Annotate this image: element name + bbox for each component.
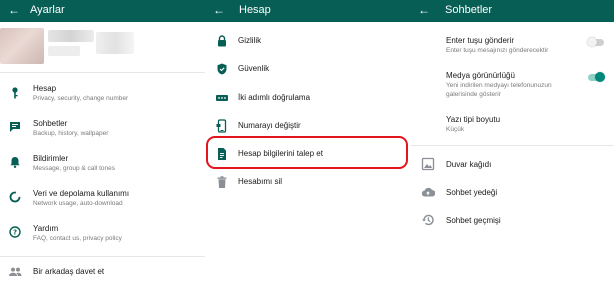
settings-item-subtitle: Message, group & call tones bbox=[33, 165, 116, 172]
chats-item-label: Sohbet geçmişi bbox=[446, 216, 501, 225]
setting-value: Küçük bbox=[446, 126, 465, 133]
chat-icon bbox=[8, 120, 22, 134]
enter-send-toggle[interactable] bbox=[587, 37, 604, 47]
page-title: Sohbetler bbox=[445, 4, 493, 16]
shield-icon bbox=[215, 62, 229, 76]
invite-friend-label: Bir arkadaş davet et bbox=[33, 267, 105, 276]
back-arrow-icon[interactable]: ← bbox=[418, 3, 430, 17]
help-icon: ? bbox=[8, 225, 22, 239]
settings-item-subtitle: Network usage, auto-download bbox=[33, 200, 123, 207]
chats-panel: ← Sohbetler Enter tuşu gönderir Enter tu… bbox=[410, 0, 614, 308]
page-title: Hesap bbox=[239, 4, 271, 16]
settings-item-subtitle: FAQ, contact us, privacy policy bbox=[33, 235, 122, 242]
settings-item-label: Veri ve depolama kullanımı bbox=[33, 189, 130, 198]
settings-item-label: Sohbetler bbox=[33, 119, 68, 128]
back-arrow-icon[interactable]: ← bbox=[213, 3, 225, 17]
settings-item-label: Bildirimler bbox=[33, 154, 69, 163]
svg-text:?: ? bbox=[13, 229, 17, 237]
settings-item-label: Yardım bbox=[33, 224, 59, 233]
setting-subtitle: Enter tuşu mesajınızı gönderecektir bbox=[446, 47, 549, 54]
phone-swap-icon bbox=[215, 119, 229, 133]
setting-subtitle: galerisinde gösterir bbox=[446, 91, 501, 98]
divider bbox=[410, 145, 614, 146]
setting-label: Medya görünürlüğü bbox=[446, 71, 515, 80]
settings-item-label: Hesap bbox=[33, 84, 57, 93]
account-item-label: Güvenlik bbox=[238, 64, 270, 73]
dots-icon bbox=[215, 91, 229, 105]
wallpaper-icon bbox=[421, 157, 435, 171]
chats-item-label: Duvar kağıdı bbox=[446, 160, 492, 169]
key-icon bbox=[8, 86, 22, 100]
lock-icon bbox=[215, 34, 229, 48]
divider bbox=[0, 256, 205, 257]
settings-panel: ← Ayarlar Hesap Privacy, security, chang… bbox=[0, 0, 205, 308]
account-app-bar: ← Hesap bbox=[205, 0, 410, 22]
profile-extra-blurred bbox=[48, 46, 80, 56]
profile-status-blurred bbox=[96, 32, 134, 54]
account-item-label: Hesabımı sil bbox=[238, 177, 283, 186]
back-arrow-icon[interactable]: ← bbox=[8, 3, 20, 17]
media-visibility-toggle[interactable] bbox=[588, 72, 605, 82]
account-item-label: Gizlilik bbox=[238, 36, 262, 45]
settings-item-subtitle: Privacy, security, change number bbox=[33, 95, 129, 102]
setting-label: Enter tuşu gönderir bbox=[446, 36, 515, 45]
account-item-label: İki adımlı doğrulama bbox=[238, 93, 311, 102]
setting-subtitle: Yeni indirilen medyayı telefonunuzun bbox=[446, 82, 552, 89]
settings-item-subtitle: Backup, history, wallpaper bbox=[33, 130, 109, 137]
cloud-upload-icon bbox=[421, 185, 435, 199]
account-item-label: Numarayı değiştir bbox=[238, 121, 301, 130]
divider bbox=[0, 72, 205, 73]
chats-app-bar: ← Sohbetler bbox=[410, 0, 614, 22]
avatar[interactable] bbox=[0, 28, 44, 64]
bell-icon bbox=[8, 155, 22, 169]
history-icon bbox=[421, 213, 435, 227]
page-title: Ayarlar bbox=[30, 4, 65, 16]
settings-app-bar: ← Ayarlar bbox=[0, 0, 205, 22]
setting-label: Yazı tipi boyutu bbox=[446, 115, 501, 124]
profile-name-blurred bbox=[48, 30, 94, 42]
people-icon bbox=[8, 265, 22, 279]
chats-item-label: Sohbet yedeği bbox=[446, 188, 498, 197]
data-usage-icon bbox=[8, 190, 22, 204]
highlight-outline bbox=[206, 136, 408, 169]
trash-icon bbox=[215, 175, 229, 189]
